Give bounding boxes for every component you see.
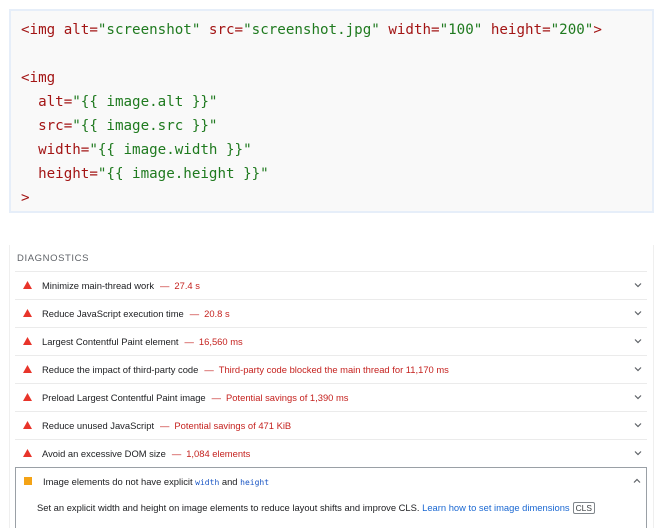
audit-separator: — xyxy=(184,335,194,347)
chevron-down-icon[interactable] xyxy=(633,448,643,458)
audit-row[interactable]: Avoid an excessive DOM size — 1,084 elemen… xyxy=(15,439,647,466)
fail-triangle-icon xyxy=(23,393,33,401)
audit-row[interactable]: Reduce the impact of third-party code — Th… xyxy=(15,355,647,382)
fail-triangle-icon xyxy=(23,337,33,345)
code-line-open: <img xyxy=(21,70,56,86)
code-line-width: width="{{ image.width }}" xyxy=(21,142,252,158)
audit-separator: — xyxy=(171,447,182,459)
audit-title: Reduce the impact of third-party code xyxy=(42,363,199,375)
chevron-up-icon[interactable] xyxy=(632,476,642,486)
audit-title: Preload Largest Contentful Paint image xyxy=(42,391,206,403)
chevron-down-icon[interactable] xyxy=(633,392,643,402)
fail-triangle-icon xyxy=(23,309,33,317)
audit-title: Reduce unused JavaScript xyxy=(42,419,155,431)
audit-title: Largest Contentful Paint element xyxy=(42,335,179,347)
audit-image-dimensions[interactable]: Image elements do not have explicit widt… xyxy=(15,467,647,494)
learn-more-link[interactable]: Learn how to set image dimensions xyxy=(422,502,569,513)
audit-title: Minimize main-thread work xyxy=(42,279,155,291)
audit-separator: — xyxy=(211,391,222,403)
diagnostics-section: DIAGNOSTICS Minimize main-thread work — 27… xyxy=(9,245,654,528)
audit-description: Set an explicit width and height on imag… xyxy=(37,502,595,514)
code-line-1: <img alt="screenshot" src="screenshot.jp… xyxy=(21,22,602,38)
audit-title: Reduce JavaScript execution time xyxy=(42,307,184,319)
audit-display-value: 27.4 s xyxy=(174,279,200,291)
code-line-height: height="{{ image.height }}" xyxy=(21,166,269,182)
audit-separator: — xyxy=(160,419,170,431)
audit-separator: — xyxy=(204,363,214,375)
audit-display-value: 16,560 ms xyxy=(198,335,243,347)
code-line-close: > xyxy=(21,190,30,206)
chevron-down-icon[interactable] xyxy=(633,308,643,318)
audit-display-value: Potential savings of 471 KiB xyxy=(174,419,292,431)
fail-triangle-icon xyxy=(23,281,33,289)
audit-display-value: Potential savings of 1,390 ms xyxy=(226,391,349,403)
diagnostics-heading: DIAGNOSTICS xyxy=(17,253,90,264)
audit-row[interactable]: Minimize main-thread work — 27.4 s xyxy=(15,271,647,298)
audit-title: Avoid an excessive DOM size xyxy=(42,447,166,459)
audit-row[interactable]: Reduce JavaScript execution time — 20.8 s xyxy=(15,299,647,326)
audit-title: Image elements do not have explicit widt… xyxy=(43,475,270,487)
chevron-down-icon[interactable] xyxy=(633,336,643,346)
audit-display-value: 20.8 s xyxy=(204,307,230,319)
audit-display-value: 1,084 elements xyxy=(186,447,251,459)
code-line-alt: alt="{{ image.alt }}" xyxy=(21,94,218,110)
cls-badge: CLS xyxy=(572,502,595,514)
audit-row[interactable]: Reduce unused JavaScript — Potential savin… xyxy=(15,411,647,438)
average-square-icon xyxy=(24,477,34,485)
fail-triangle-icon xyxy=(23,365,33,373)
audit-row[interactable]: Preload Largest Contentful Paint image — P… xyxy=(15,383,647,410)
audit-separator: — xyxy=(189,307,200,319)
audit-separator: — xyxy=(160,279,170,291)
fail-triangle-icon xyxy=(23,449,33,457)
audit-row[interactable]: Largest Contentful Paint element — 16,560 … xyxy=(15,327,647,354)
audit-display-value: Third-party code blocked the main thread… xyxy=(218,363,449,375)
code-block: <img alt="screenshot" src="screenshot.jp… xyxy=(9,9,654,213)
code-line-src: src="{{ image.src }}" xyxy=(21,118,218,134)
chevron-down-icon[interactable] xyxy=(633,280,643,290)
chevron-down-icon[interactable] xyxy=(633,364,643,374)
chevron-down-icon[interactable] xyxy=(633,420,643,430)
fail-triangle-icon xyxy=(23,421,33,429)
